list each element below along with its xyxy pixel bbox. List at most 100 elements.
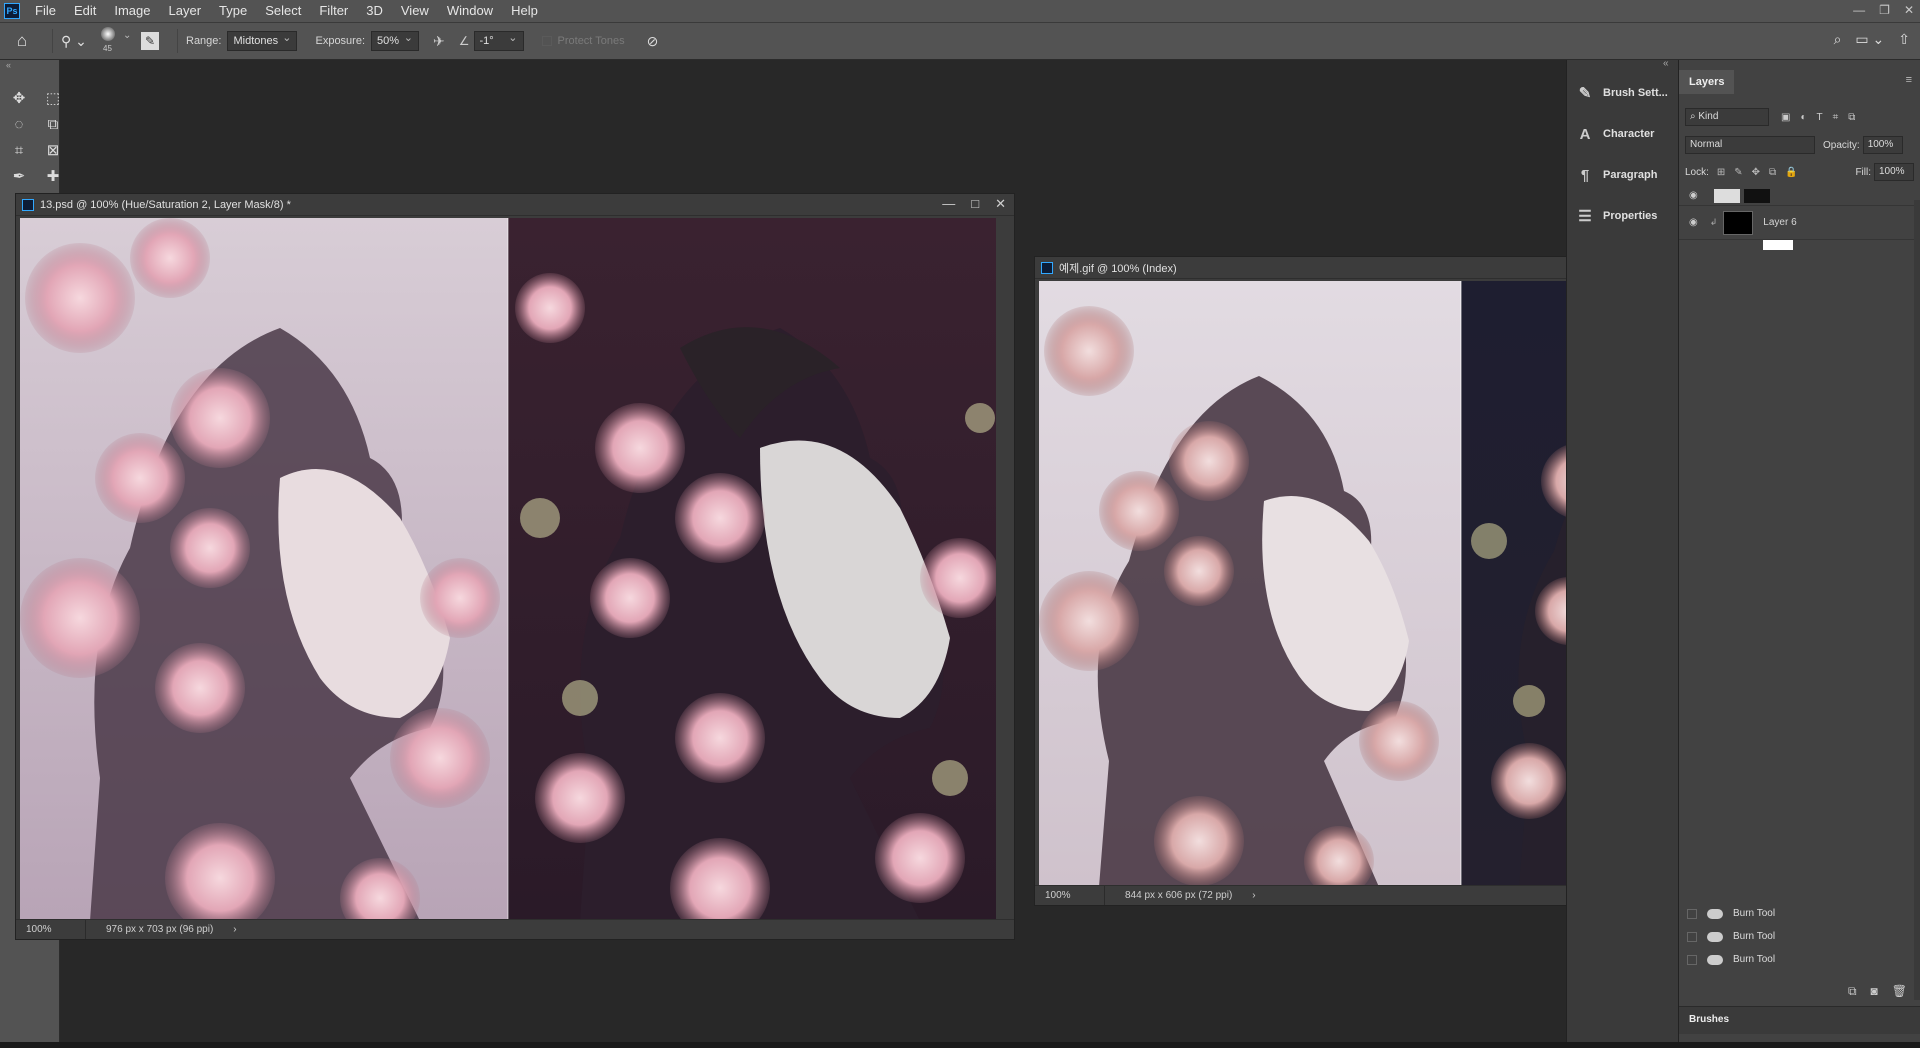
exposure-input[interactable]: 50%: [371, 29, 420, 51]
layer-row-partial[interactable]: [1679, 240, 1920, 250]
share-icon[interactable]: ⇧: [1898, 31, 1910, 48]
panel-menu-icon[interactable]: ≡: [1906, 74, 1912, 86]
history-item[interactable]: Burn Tool: [1679, 902, 1920, 925]
menu-window[interactable]: Window: [438, 0, 502, 22]
collapse-arrows-icon[interactable]: «: [6, 60, 11, 70]
burn-tool-icon: [1707, 954, 1723, 965]
protect-tones-checkbox[interactable]: [541, 36, 552, 46]
opacity-input[interactable]: 100%: [1862, 136, 1903, 154]
move-tool-icon[interactable]: ✥: [6, 86, 32, 110]
ps-document-icon: [22, 198, 34, 211]
pressure-size-icon[interactable]: ⊘: [647, 33, 659, 50]
range-label: Range:: [186, 35, 222, 47]
chevron-right-icon[interactable]: ›: [233, 924, 236, 935]
restore-icon[interactable]: ❐: [1879, 0, 1890, 20]
document-title: 예제.gif @ 100% (Index): [1059, 262, 1177, 275]
dock-item-label: Paragraph: [1603, 169, 1658, 181]
zoom-level[interactable]: 100%: [1035, 886, 1105, 905]
airbrush-icon[interactable]: ✈: [433, 33, 445, 50]
menu-help[interactable]: Help: [502, 0, 547, 22]
collapse-arrows-icon[interactable]: «: [1663, 58, 1669, 69]
fill-input[interactable]: 100%: [1874, 163, 1914, 181]
paragraph-icon: ¶: [1580, 166, 1590, 184]
chevron-right-icon[interactable]: ›: [1252, 890, 1255, 901]
kind-filter-select[interactable]: ⌕ Kind: [1685, 108, 1769, 126]
history-snapshot-checkbox[interactable]: [1687, 908, 1697, 919]
object-select-tool-icon[interactable]: ⧉: [40, 112, 66, 136]
marquee-tool-icon[interactable]: ⬚: [40, 86, 66, 110]
brush-preset-picker[interactable]: 45 ⌄: [91, 24, 131, 58]
healing-brush-tool-icon[interactable]: ✚: [40, 164, 66, 188]
filter-icons[interactable]: ▣◐T⌗⧉: [1781, 112, 1865, 123]
menu-file[interactable]: File: [26, 0, 65, 22]
history-item[interactable]: Burn Tool: [1679, 925, 1920, 948]
tab-brushes[interactable]: Brushes: [1689, 1014, 1729, 1025]
history-item-label: Burn Tool: [1733, 931, 1776, 942]
home-icon[interactable]: ⌂: [0, 31, 44, 51]
layer-row-layer6[interactable]: ◉ ↲ Layer 6: [1679, 206, 1920, 240]
menu-bar: Ps File Edit Image Layer Type Select Fil…: [0, 0, 1920, 22]
minimize-icon[interactable]: —: [1853, 0, 1865, 20]
history-snapshot-checkbox[interactable]: [1687, 931, 1697, 942]
search-icon[interactable]: ⌕: [1834, 31, 1842, 48]
eyedropper-tool-icon[interactable]: ✒: [6, 164, 32, 188]
kind-filter-label: Kind: [1698, 111, 1719, 122]
layer-filter-row: ⌕ Kind ▣◐T⌗⧉: [1685, 106, 1914, 128]
layer-mask-thumbnail: [1743, 188, 1770, 203]
burn-tool-icon[interactable]: ⚲ ⌄: [61, 33, 91, 50]
artwork-image: [20, 218, 996, 921]
menu-select[interactable]: Select: [256, 0, 310, 22]
panel-scrollbar[interactable]: [1914, 200, 1920, 1000]
brush-tip-icon: [101, 27, 115, 41]
dock-item-label: Properties: [1603, 210, 1658, 222]
close-icon[interactable]: ✕: [1904, 0, 1914, 20]
history-snapshot-checkbox[interactable]: [1687, 954, 1697, 965]
taskbar-strip: [0, 1042, 1920, 1048]
close-icon[interactable]: ✕: [995, 196, 1006, 212]
document-window-13psd[interactable]: 13.psd @ 100% (Hue/Saturation 2, Layer M…: [15, 193, 1015, 940]
crop-tool-icon[interactable]: ⌗: [6, 138, 32, 162]
collapsed-panel-dock: « ✎ Brush Sett... A Character ¶ Paragrap…: [1566, 58, 1678, 1048]
properties-panel-button[interactable]: ☰ Properties: [1573, 201, 1673, 231]
brush-settings-icon[interactable]: ✎: [141, 32, 159, 50]
burn-tool-icon: [1707, 908, 1723, 919]
eye-icon[interactable]: ◉: [1689, 190, 1698, 201]
divider: [52, 29, 53, 53]
menu-filter[interactable]: Filter: [310, 0, 357, 22]
menu-edit[interactable]: Edit: [65, 0, 105, 22]
minimize-icon[interactable]: —: [942, 196, 955, 212]
trash-icon[interactable]: 🗑: [1892, 984, 1907, 998]
document-title-bar[interactable]: 13.psd @ 100% (Hue/Saturation 2, Layer M…: [16, 194, 1014, 216]
eye-icon[interactable]: ◉: [1689, 217, 1698, 228]
lock-icons[interactable]: ⊞✎✥⧉🔒: [1717, 167, 1807, 178]
menu-image[interactable]: Image: [105, 0, 159, 22]
document-info[interactable]: 844 px x 606 px (72 ppi): [1105, 890, 1232, 901]
brush-settings-panel-button[interactable]: ✎ Brush Sett...: [1573, 78, 1673, 108]
menu-layer[interactable]: Layer: [160, 0, 211, 22]
menu-type[interactable]: Type: [210, 0, 256, 22]
layer-name[interactable]: Layer 6: [1763, 217, 1796, 228]
document-info[interactable]: 976 px x 703 px (96 ppi): [86, 924, 213, 935]
menu-3d[interactable]: 3D: [357, 0, 392, 22]
document-window-controls: — □ ✕: [942, 196, 1006, 212]
lasso-tool-icon[interactable]: ◌: [6, 112, 32, 136]
range-select[interactable]: Midtones: [227, 29, 298, 51]
angle-input[interactable]: -1°: [473, 29, 524, 51]
tab-layers[interactable]: Layers: [1679, 70, 1735, 94]
properties-icon: ☰: [1578, 208, 1592, 225]
maximize-icon[interactable]: □: [971, 196, 979, 212]
workspace-icon[interactable]: ▭ ⌄: [1855, 31, 1884, 48]
new-document-from-state-icon[interactable]: ⧉: [1848, 984, 1857, 999]
menu-view[interactable]: View: [392, 0, 438, 22]
blend-mode-select[interactable]: Normal: [1685, 136, 1815, 154]
history-item[interactable]: Burn Tool: [1679, 948, 1920, 971]
brush-size-label: 45: [103, 44, 112, 53]
layer-row-partial[interactable]: ◉: [1679, 186, 1920, 206]
lock-row: Lock: ⊞✎✥⧉🔒 Fill: 100%: [1685, 161, 1914, 183]
character-panel-button[interactable]: A Character: [1573, 119, 1673, 149]
camera-icon[interactable]: ◙: [1871, 984, 1878, 998]
frame-tool-icon[interactable]: ⊠: [40, 138, 66, 162]
document-canvas[interactable]: [20, 218, 996, 921]
paragraph-panel-button[interactable]: ¶ Paragraph: [1573, 160, 1673, 190]
zoom-level[interactable]: 100%: [16, 920, 86, 939]
